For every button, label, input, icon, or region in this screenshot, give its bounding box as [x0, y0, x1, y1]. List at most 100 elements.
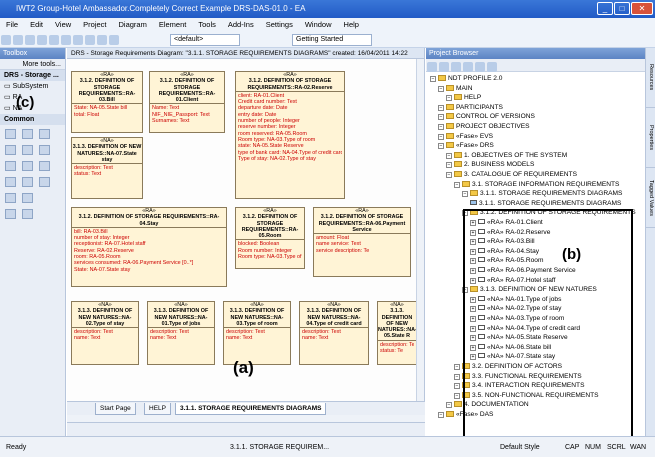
diagram-icon[interactable]: [39, 161, 50, 171]
diagram-canvas[interactable]: «RA» 3.1.2. DEFINITION OF STORAGE REQUIRE…: [67, 59, 417, 401]
redo-icon[interactable]: [85, 35, 95, 45]
menu-item-view[interactable]: View: [55, 18, 71, 32]
menu-item-element[interactable]: Element: [159, 18, 187, 32]
expand-icon[interactable]: −: [454, 373, 460, 380]
expand-icon[interactable]: −: [438, 104, 444, 111]
hyperlink-icon[interactable]: [22, 177, 33, 187]
menu-item-diagram[interactable]: Diagram: [119, 18, 147, 32]
expand-icon[interactable]: −: [454, 383, 460, 390]
diagram-vertical-scrollbar[interactable]: [416, 59, 424, 401]
tree-node[interactable]: − HELP: [446, 93, 481, 102]
tree-node[interactable]: − CONTROL OF VERSIONS: [438, 112, 535, 121]
package-icon[interactable]: [22, 161, 33, 171]
diagram-class-card[interactable]: «NA» 3.1.3. DEFINITION OF NEW NATURES::NA…: [71, 137, 143, 199]
tree-node[interactable]: − 2. BUSINESS MODELS: [446, 160, 534, 169]
menu-item-file[interactable]: File: [6, 18, 18, 32]
menu-item-help[interactable]: Help: [344, 18, 359, 32]
copy-icon[interactable]: [49, 35, 59, 45]
expand-icon[interactable]: −: [454, 181, 460, 188]
image-icon[interactable]: [5, 161, 16, 171]
expand-icon[interactable]: −: [446, 152, 452, 159]
new-package-icon[interactable]: [427, 62, 437, 72]
text-icon[interactable]: [22, 129, 33, 139]
trace-icon[interactable]: [5, 209, 16, 219]
properties-icon[interactable]: [463, 62, 473, 72]
diagram-class-card[interactable]: «NA» 3.1.3. DEFINITION OF NEW NATURES::NA…: [147, 301, 215, 365]
status-default-style[interactable]: Default Style: [500, 437, 540, 458]
tree-node[interactable]: 3.1.1. STORAGE REQUIREMENTS DIAGRAMS: [470, 199, 621, 208]
close-button[interactable]: ✕: [631, 2, 653, 15]
diagram-class-card[interactable]: «RA» 3.1.2. DEFINITION OF STORAGE REQUIRE…: [313, 207, 411, 277]
list-icon[interactable]: [5, 145, 16, 155]
expand-icon[interactable]: −: [454, 364, 460, 370]
menu-item-edit[interactable]: Edit: [30, 18, 43, 32]
view-select[interactable]: <default>: [170, 34, 240, 46]
toolbox-section-common[interactable]: Common: [0, 114, 65, 125]
tree-node[interactable]: − 3.1. STORAGE INFORMATION REQUIREMENTS: [454, 180, 619, 189]
expand-icon[interactable]: −: [462, 191, 468, 198]
side-tab-resources[interactable]: Resources: [646, 48, 655, 108]
menu-item-window[interactable]: Window: [305, 18, 332, 32]
down-arrow-icon[interactable]: [487, 62, 497, 72]
expand-icon[interactable]: −: [446, 172, 452, 178]
expand-icon[interactable]: −: [438, 114, 444, 121]
print-icon[interactable]: [97, 35, 107, 45]
tab-start-page[interactable]: Start Page: [95, 403, 136, 415]
tab-help[interactable]: HELP: [144, 403, 171, 415]
diagram-class-card[interactable]: «RA» 3.1.2. DEFINITION OF STORAGE REQUIRE…: [235, 207, 305, 269]
more-tools-link[interactable]: More tools...: [0, 59, 65, 70]
diagram-horizontal-scrollbar[interactable]: [67, 415, 425, 422]
expand-icon[interactable]: −: [446, 402, 452, 409]
minimize-button[interactable]: _: [597, 2, 613, 15]
expand-icon[interactable]: −: [438, 133, 444, 140]
maximize-button[interactable]: □: [614, 2, 630, 15]
expand-icon[interactable]: −: [430, 76, 436, 82]
up-arrow-icon[interactable]: [475, 62, 485, 72]
tree-node[interactable]: − «Fase» DRS: [438, 141, 494, 150]
association-icon[interactable]: [22, 193, 33, 203]
toolbox-item-subsystem[interactable]: ▭ SubSystem: [0, 81, 65, 92]
expand-icon[interactable]: −: [446, 95, 452, 102]
constraint-icon[interactable]: [39, 177, 50, 187]
open-icon[interactable]: [13, 35, 23, 45]
tree-node[interactable]: − 1. OBJECTIVES OF THE SYSTEM: [446, 151, 567, 160]
menu-item-settings[interactable]: Settings: [266, 18, 293, 32]
save-icon[interactable]: [25, 35, 35, 45]
diagram-class-card[interactable]: «RA» 3.1.2. DEFINITION OF STORAGE REQUIRE…: [71, 71, 143, 133]
expand-icon[interactable]: −: [454, 392, 460, 399]
new-icon[interactable]: [1, 35, 11, 45]
tree-node[interactable]: − PROJECT OBJECTIVES: [438, 122, 530, 131]
menu-item-add-ins[interactable]: Add-Ins: [228, 18, 254, 32]
realize-icon[interactable]: [22, 209, 33, 219]
diagram-class-card[interactable]: «RA» 3.1.2. DEFINITION OF STORAGE REQUIRE…: [235, 71, 345, 199]
side-tab-tagged-values[interactable]: Tagged Values: [646, 168, 655, 228]
tree-node[interactable]: − 3.1.1. STORAGE REQUIREMENTS DIAGRAMS: [462, 189, 622, 198]
tree-node[interactable]: − PARTICIPANTS: [438, 103, 503, 112]
new-element-icon[interactable]: [451, 62, 461, 72]
boundary-icon[interactable]: [39, 129, 50, 139]
folder-icon[interactable]: [5, 177, 16, 187]
tree-node[interactable]: − NDT PROFILE 2.0: [430, 74, 502, 83]
diagram-class-card[interactable]: «RA» 3.1.2. DEFINITION OF STORAGE REQUIRE…: [71, 207, 227, 287]
table-icon[interactable]: [22, 145, 33, 155]
tree-node[interactable]: − MAIN: [438, 84, 472, 93]
new-diagram-icon[interactable]: [439, 62, 449, 72]
diagram-class-card[interactable]: «NA» 3.1.3. DEFINITION OF NEW NATURES::NA…: [71, 301, 139, 365]
diagram-class-card[interactable]: «NA» 3.1.3. DEFINITION OF NEW NATURES::NA…: [377, 301, 417, 365]
expand-icon[interactable]: −: [438, 85, 444, 92]
cut-icon[interactable]: [37, 35, 47, 45]
diagram-class-card[interactable]: «NA» 3.1.3. DEFINITION OF NEW NATURES::NA…: [299, 301, 369, 365]
side-tab-properties[interactable]: Properties: [646, 108, 655, 168]
toolbox-section-drs[interactable]: DRS - Storage ...: [0, 70, 65, 81]
diagram-class-card[interactable]: «NA» 3.1.3. DEFINITION OF NEW NATURES::NA…: [223, 301, 291, 365]
dependency-icon[interactable]: [5, 193, 16, 203]
tab-storage-requirements-diagrams[interactable]: 3.1.1. STORAGE REQUIREMENTS DIAGRAMS: [175, 403, 327, 415]
expand-icon[interactable]: −: [438, 143, 444, 150]
search-icon[interactable]: [109, 35, 119, 45]
expand-icon[interactable]: −: [438, 124, 444, 130]
expand-icon[interactable]: −: [438, 412, 444, 418]
tree-node[interactable]: − «Fase» EVS: [438, 132, 493, 141]
paste-icon[interactable]: [61, 35, 71, 45]
getting-started-select[interactable]: Getting Started: [292, 34, 372, 46]
menu-item-tools[interactable]: Tools: [198, 18, 216, 32]
